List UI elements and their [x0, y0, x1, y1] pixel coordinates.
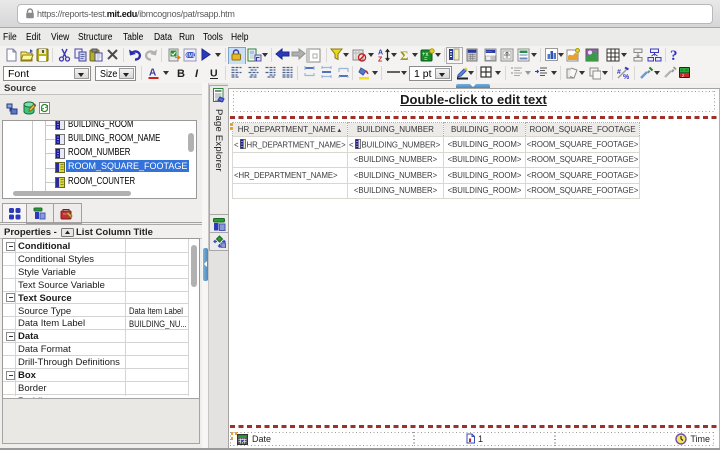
svg-text:A: A: [378, 50, 383, 57]
svg-text:I: I: [195, 68, 199, 80]
svg-text:A: A: [149, 68, 156, 79]
svg-text:%: %: [623, 74, 630, 80]
svg-text:Σ: Σ: [400, 48, 409, 62]
svg-text:=: =: [424, 57, 428, 63]
svg-text:Z: Z: [378, 57, 383, 63]
svg-text:XML: XML: [185, 53, 196, 59]
svg-text:#: #: [617, 69, 621, 76]
svg-text:U: U: [210, 68, 218, 80]
svg-text:?: ?: [670, 48, 678, 63]
svg-text:B: B: [177, 68, 185, 80]
